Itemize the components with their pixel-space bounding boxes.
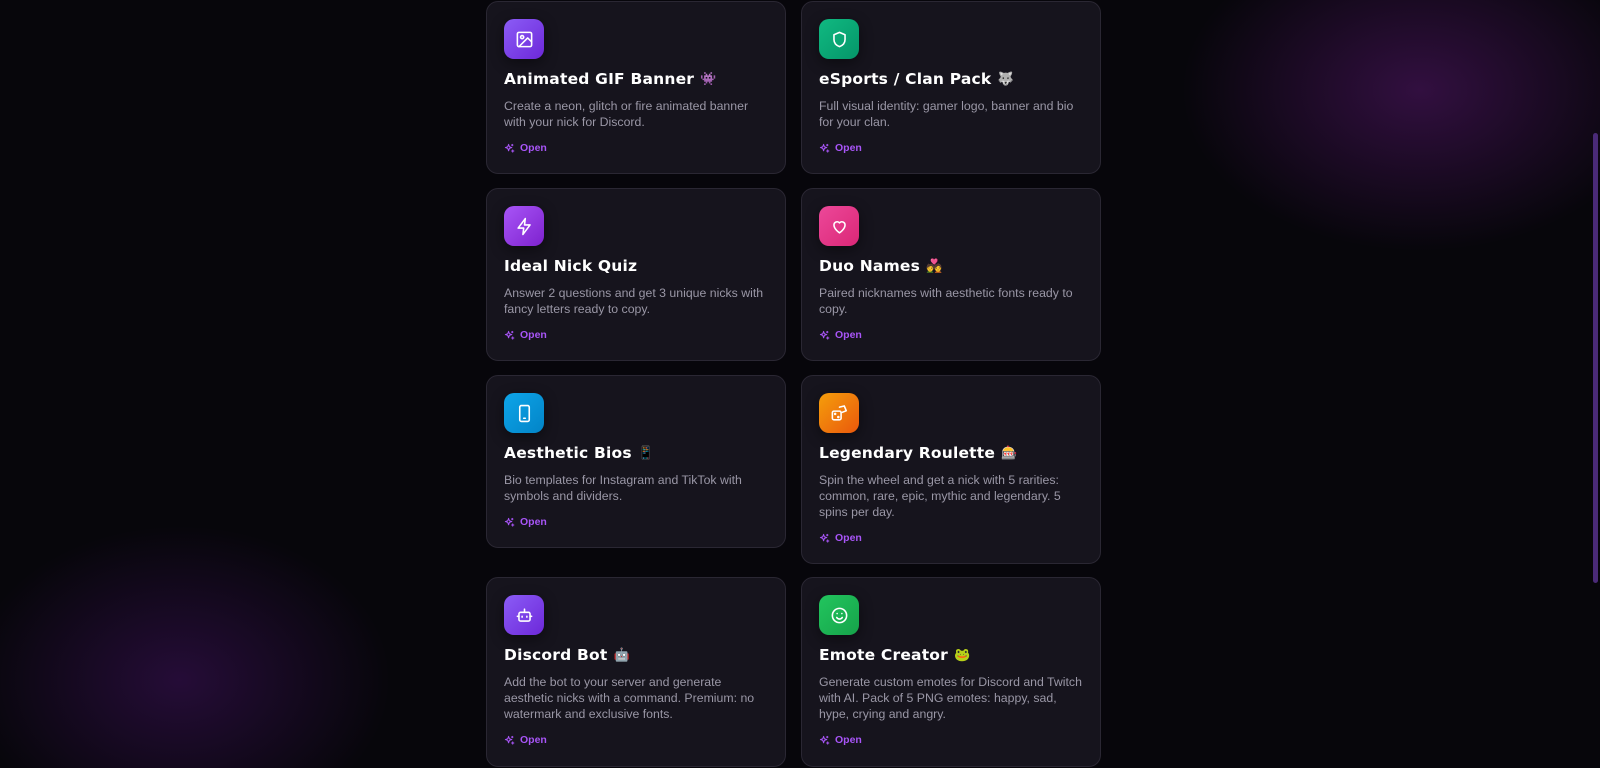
card-description: Create a neon, glitch or fire animated b… xyxy=(504,99,749,129)
icon-box xyxy=(819,206,859,246)
mobile-phone-emoji: 📱 xyxy=(637,445,655,461)
card-description: Add the bot to your server and generate … xyxy=(504,675,755,721)
tool-card-aesthetic-bios[interactable]: Aesthetic Bios 📱 Bio templates for Instag… xyxy=(486,375,786,548)
lightning-icon xyxy=(516,217,531,235)
tool-card-discord-bot[interactable]: Discord Bot 🤖 Add the bot to your server … xyxy=(486,577,786,767)
card-title: Legendary Roulette 🎰 xyxy=(819,444,1018,462)
open-label: Open xyxy=(520,734,547,746)
open-label: Open xyxy=(520,516,547,528)
card-description: Spin the wheel and get a nick with 5 rar… xyxy=(819,473,1061,519)
card-title: Animated GIF Banner 👾 xyxy=(504,70,717,88)
sparkles-icon xyxy=(504,143,515,153)
open-label: Open xyxy=(835,329,862,341)
open-label: Open xyxy=(520,142,547,154)
icon-box xyxy=(504,206,544,246)
robot-emoji: 🤖 xyxy=(613,647,630,663)
tools-grid: Animated GIF Banner 👾 Create a neon, glit… xyxy=(486,0,1102,768)
smile-icon xyxy=(831,607,847,623)
icon-box xyxy=(504,393,544,433)
tool-card-legendary-roulette[interactable]: Legendary Roulette 🎰 Spin the wheel and g… xyxy=(801,375,1101,564)
icon-box xyxy=(504,19,544,59)
card-title: Ideal Nick Quiz xyxy=(504,257,638,275)
slot-machine-emoji: 🎰 xyxy=(1001,445,1018,461)
open-link[interactable]: Open xyxy=(504,734,768,746)
tool-card-animated-gif-banner[interactable]: Animated GIF Banner 👾 Create a neon, glit… xyxy=(486,1,786,174)
open-label: Open xyxy=(835,734,862,746)
open-label: Open xyxy=(520,329,547,341)
sparkles-icon xyxy=(819,330,830,340)
open-link[interactable]: Open xyxy=(819,329,1083,341)
open-link[interactable]: Open xyxy=(504,329,768,341)
icon-box xyxy=(819,19,859,59)
open-label: Open xyxy=(835,532,862,544)
tool-card-esports-clan-pack[interactable]: eSports / Clan Pack 🐺 Full visual identit… xyxy=(801,1,1101,174)
frog-emoji: 🐸 xyxy=(954,647,971,663)
dice-icon xyxy=(831,404,847,421)
icon-box xyxy=(819,595,859,635)
open-label: Open xyxy=(835,142,862,154)
couple-emoji: 💑 xyxy=(926,258,943,274)
phone-icon xyxy=(518,404,530,422)
alien-monster-emoji: 👾 xyxy=(700,71,717,87)
open-link[interactable]: Open xyxy=(819,532,1083,544)
sparkles-icon xyxy=(504,517,515,527)
open-link[interactable]: Open xyxy=(819,142,1083,154)
card-description: Paired nicknames with aesthetic fonts re… xyxy=(819,286,1073,316)
card-title: Discord Bot 🤖 xyxy=(504,646,630,664)
wolf-emoji: 🐺 xyxy=(997,71,1014,87)
card-description: Answer 2 questions and get 3 unique nick… xyxy=(504,286,764,316)
sparkles-icon xyxy=(819,533,830,543)
sparkles-icon xyxy=(819,143,830,153)
shield-icon xyxy=(832,31,846,47)
card-description: Full visual identity: gamer logo, banner… xyxy=(819,99,1074,129)
open-link[interactable]: Open xyxy=(819,734,1083,746)
tool-card-ideal-nick-quiz[interactable]: Ideal Nick Quiz Answer 2 questions and g… xyxy=(486,188,786,361)
sparkles-icon xyxy=(819,735,830,745)
tool-card-duo-names[interactable]: Duo Names 💑 Paired nicknames with aesthet… xyxy=(801,188,1101,361)
icon-box xyxy=(819,393,859,433)
open-link[interactable]: Open xyxy=(504,516,768,528)
image-icon xyxy=(516,31,532,47)
card-description: Bio templates for Instagram and TikTok w… xyxy=(504,473,742,503)
card-title: eSports / Clan Pack 🐺 xyxy=(819,70,1014,88)
card-title: Aesthetic Bios 📱 xyxy=(504,444,655,462)
card-title: Emote Creator 🐸 xyxy=(819,646,971,664)
tool-card-emote-creator[interactable]: Emote Creator 🐸 Generate custom emotes fo… xyxy=(801,577,1101,767)
sparkles-icon xyxy=(504,735,515,745)
open-link[interactable]: Open xyxy=(504,142,768,154)
heart-icon xyxy=(832,220,846,234)
card-title: Duo Names 💑 xyxy=(819,257,943,275)
icon-box xyxy=(504,595,544,635)
robot-icon xyxy=(516,607,532,622)
sparkles-icon xyxy=(504,330,515,340)
scrollbar-thumb[interactable] xyxy=(1593,133,1598,583)
card-description: Generate custom emotes for Discord and T… xyxy=(819,675,1082,721)
